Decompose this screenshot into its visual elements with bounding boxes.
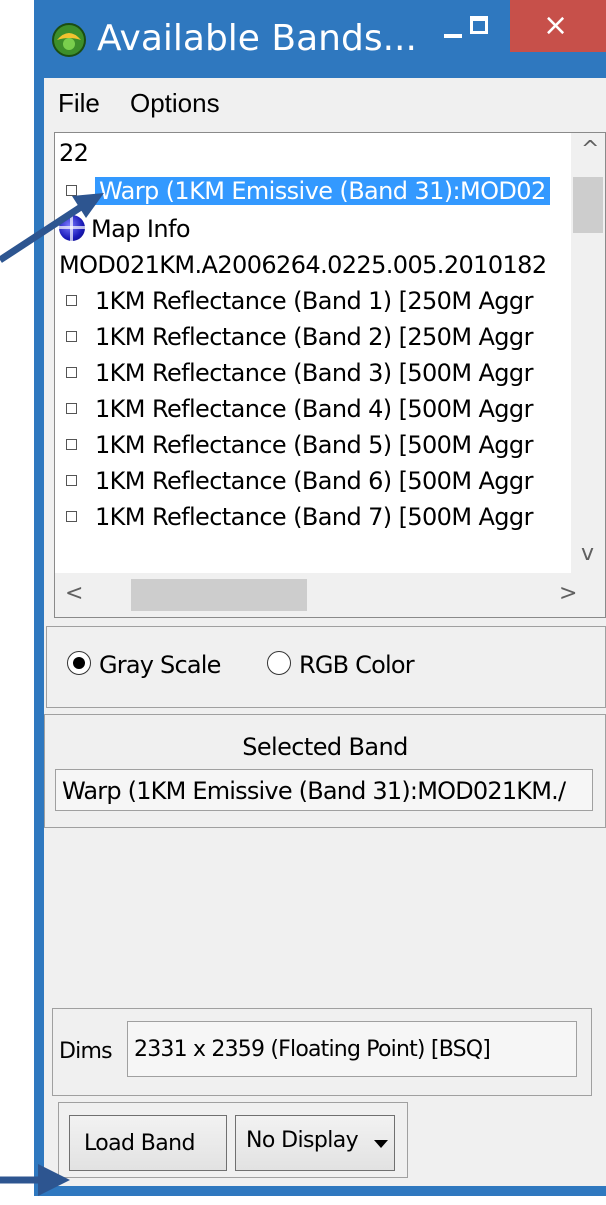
horizontal-scrollbar[interactable]: < > (55, 573, 605, 617)
envi-app-icon (52, 23, 86, 57)
menu-options[interactable]: Options (130, 88, 220, 119)
selected-band-value: Warp (1KM Emissive (Band 31):MOD021KM./ (62, 777, 566, 805)
list-header-count: 22 (59, 139, 89, 175)
menu-file[interactable]: File (58, 88, 100, 119)
close-button[interactable]: × (510, 0, 606, 52)
display-dropdown-label: No Display (246, 1128, 359, 1153)
vertical-scroll-thumb[interactable] (573, 177, 603, 233)
dims-group: Dims 2331 x 2359 (Floating Point) [BSQ] (52, 1008, 592, 1096)
list-item-band[interactable]: 1KM Reflectance (Band 2) [250M Aggr (63, 323, 533, 359)
list-item-band[interactable]: 1KM Reflectance (Band 7) [500M Aggr (63, 503, 533, 539)
scroll-up-icon[interactable]: ^ (581, 137, 599, 162)
vertical-scrollbar[interactable]: ^ v (571, 133, 605, 573)
list-item-band[interactable]: 1KM Reflectance (Band 5) [500M Aggr (63, 431, 533, 467)
rgb-color-label[interactable]: RGB Color (299, 651, 415, 679)
band-label: 1KM Reflectance (Band 6) [500M Aggr (95, 467, 533, 495)
menu-bar: File Options (44, 78, 606, 126)
gray-scale-label[interactable]: Gray Scale (99, 651, 221, 679)
dims-field: 2331 x 2359 (Floating Point) [BSQ] (127, 1021, 577, 1077)
list-item-band[interactable]: 1KM Reflectance (Band 3) [500M Aggr (63, 359, 533, 395)
band-icon (66, 366, 77, 378)
file-node-label: MOD021KM.A2006264.0225.005.2010182 (59, 251, 547, 279)
close-icon: × (543, 8, 569, 43)
list-item-band[interactable]: 1KM Reflectance (Band 4) [500M Aggr (63, 395, 533, 431)
band-icon (66, 294, 77, 306)
band-label: 1KM Reflectance (Band 2) [250M Aggr (95, 323, 533, 351)
rgb-color-radio[interactable] (267, 651, 291, 675)
dims-label: Dims (59, 1039, 113, 1064)
band-label: 1KM Reflectance (Band 4) [500M Aggr (95, 395, 533, 423)
list-item-file[interactable]: MOD021KM.A2006264.0225.005.2010182 (59, 251, 547, 287)
selected-band-item[interactable]: Warp (1KM Emissive (Band 31):MOD02 (95, 177, 550, 205)
available-bands-window: Available Bands... × File Options 22 War… (34, 0, 606, 1196)
band-label: 1KM Reflectance (Band 3) [500M Aggr (95, 359, 533, 387)
list-item-band[interactable]: 1KM Reflectance (Band 6) [500M Aggr (63, 467, 533, 503)
list-item-band[interactable]: 1KM Reflectance (Band 1) [250M Aggr (63, 287, 533, 323)
scroll-left-icon[interactable]: < (65, 581, 83, 606)
scroll-down-icon[interactable]: v (581, 541, 594, 566)
window-client-area: File Options 22 Warp (1KM Emissive (Band… (44, 78, 606, 1186)
globe-icon (59, 215, 85, 241)
display-dropdown[interactable]: No Display (235, 1115, 395, 1171)
maximize-button[interactable] (446, 0, 512, 50)
band-label: 1KM Reflectance (Band 1) [250M Aggr (95, 287, 533, 315)
scroll-right-icon[interactable]: > (559, 581, 577, 606)
list-item-warp[interactable]: Warp (1KM Emissive (Band 31):MOD02 (63, 177, 550, 213)
selected-band-group: Selected Band Warp (1KM Emissive (Band 3… (44, 714, 606, 828)
actions-group: Load Band No Display (58, 1102, 408, 1178)
map-info-label: Map Info (91, 215, 191, 243)
list-header-text: 22 (59, 139, 89, 167)
load-band-button[interactable]: Load Band (69, 1115, 227, 1171)
band-icon (66, 184, 77, 196)
list-item-map-info[interactable]: Map Info (59, 215, 191, 251)
band-icon (66, 402, 77, 414)
window-title: Available Bands... (97, 18, 417, 59)
display-mode-group: Gray Scale RGB Color (46, 626, 606, 708)
chevron-down-icon (374, 1140, 388, 1148)
load-band-label: Load Band (84, 1131, 195, 1156)
band-icon (66, 330, 77, 342)
band-icon (66, 510, 77, 522)
band-label: 1KM Reflectance (Band 5) [500M Aggr (95, 431, 533, 459)
band-icon (66, 474, 77, 486)
band-label: 1KM Reflectance (Band 7) [500M Aggr (95, 503, 533, 531)
horizontal-scroll-thumb[interactable] (131, 579, 307, 611)
band-icon (66, 438, 77, 450)
dims-value: 2331 x 2359 (Floating Point) [BSQ] (134, 1037, 491, 1062)
title-bar[interactable]: Available Bands... × (34, 0, 606, 78)
gray-scale-radio[interactable] (67, 651, 91, 675)
selected-band-field[interactable]: Warp (1KM Emissive (Band 31):MOD021KM./ (55, 769, 593, 811)
selected-band-title: Selected Band (242, 733, 408, 761)
band-list[interactable]: 22 Warp (1KM Emissive (Band 31):MOD02 Ma… (54, 132, 606, 618)
